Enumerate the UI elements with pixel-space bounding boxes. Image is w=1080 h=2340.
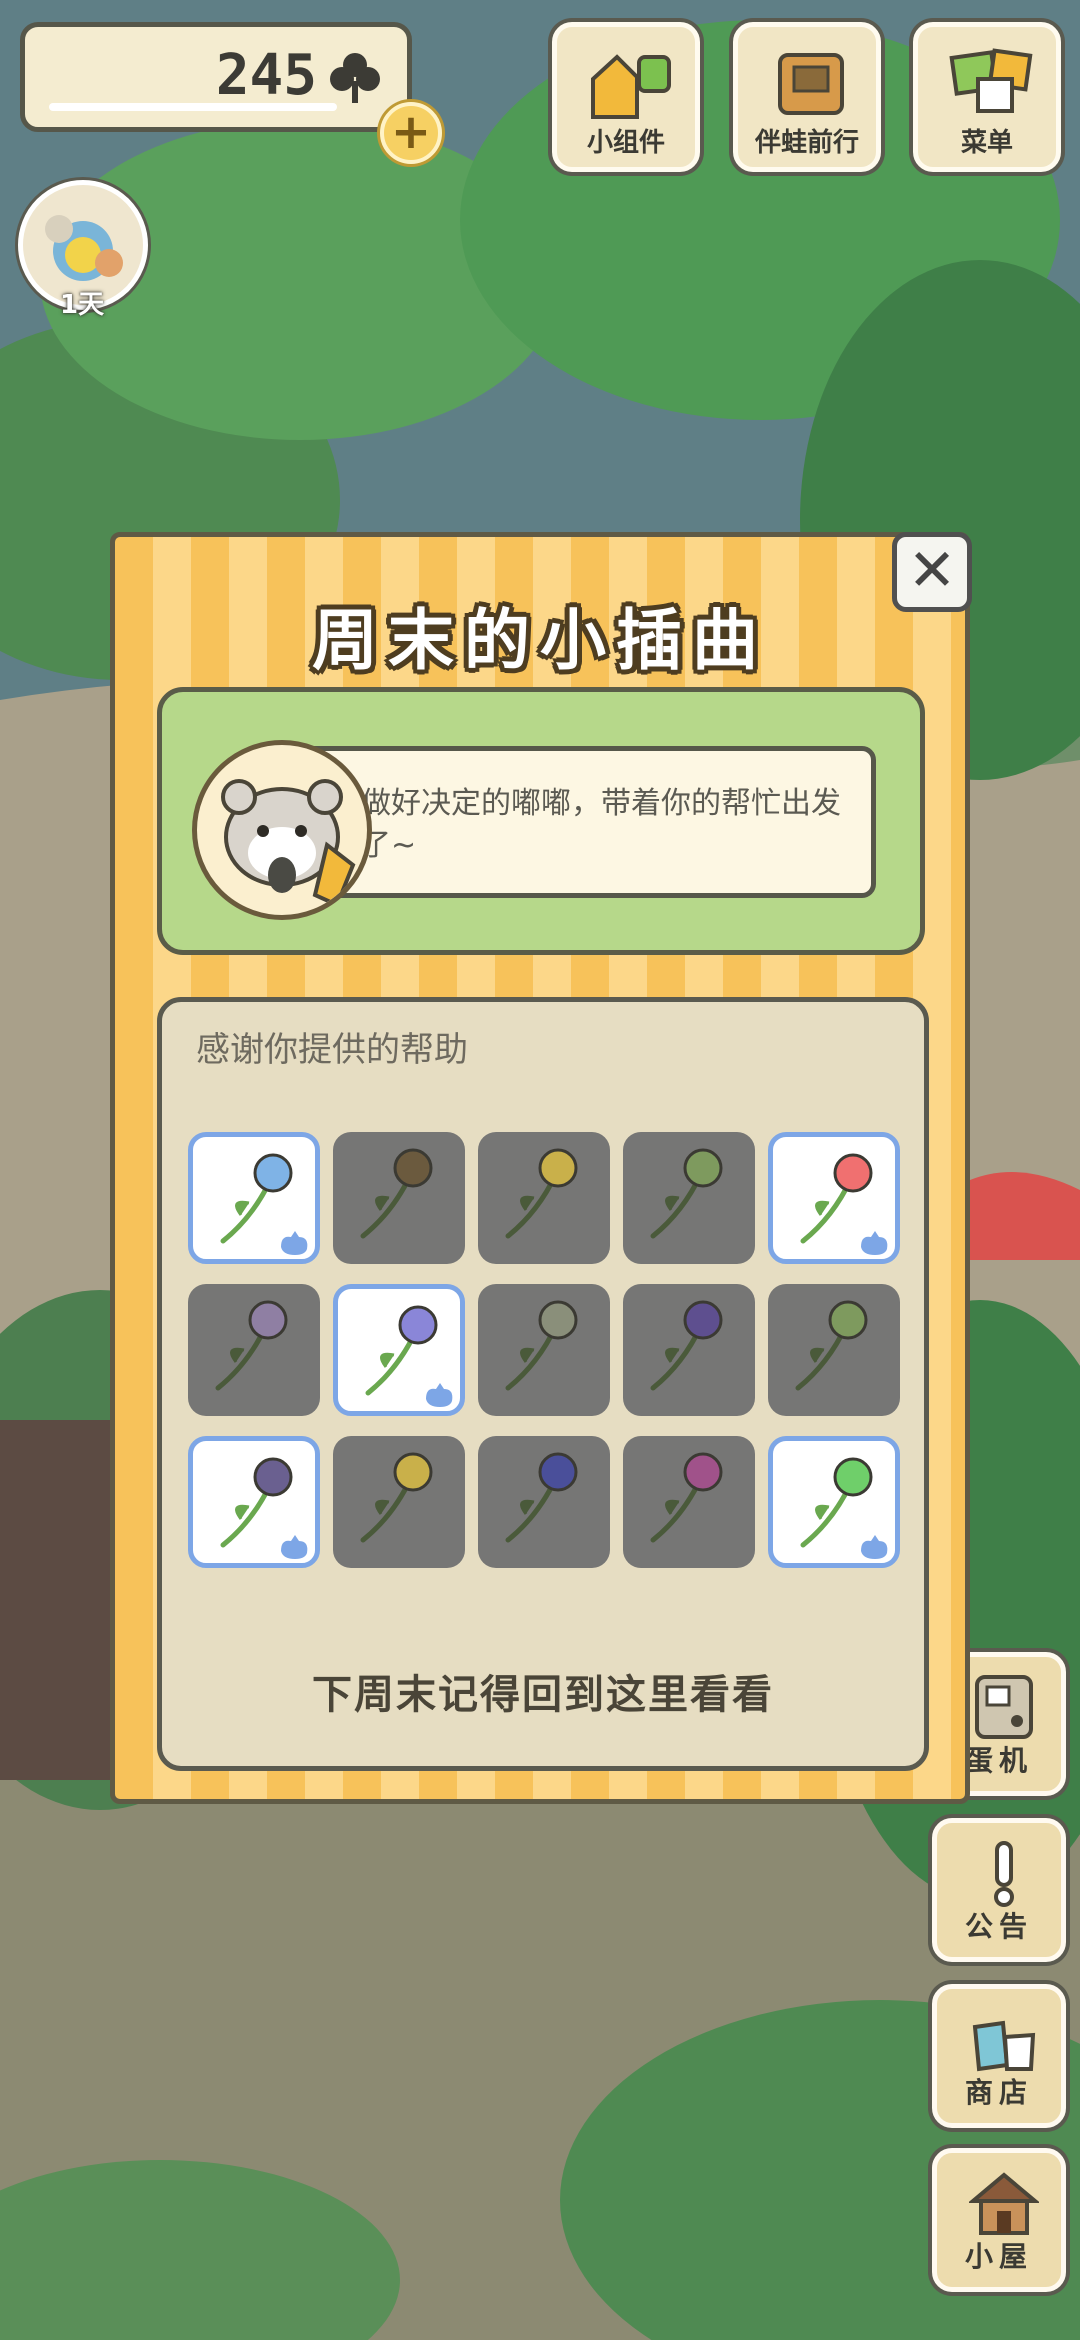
notice-button[interactable]: 公告: [932, 1818, 1066, 1962]
journey-button[interactable]: 伴蛙前行: [733, 22, 881, 172]
tap-hand-icon: [861, 1231, 888, 1255]
house-label: 小屋: [964, 2240, 1033, 2273]
add-clover-button[interactable]: +: [380, 102, 442, 164]
purple-lilac-flower-icon: [215, 1300, 288, 1391]
green-buds-flower-icon: [650, 1148, 723, 1239]
dialog-title: 周末的小插曲: [312, 602, 768, 679]
brown-rose-branch-flower-icon: [360, 1148, 433, 1239]
flower-tile-purple-lilac[interactable]: [188, 1284, 320, 1416]
tap-hand-icon: [426, 1383, 453, 1407]
widget-button[interactable]: 小组件: [552, 22, 700, 172]
flower-tile-green-buds[interactable]: [623, 1132, 755, 1264]
widget-icon: [591, 54, 671, 119]
white-sprig-flower-icon: [505, 1300, 578, 1391]
shop-button[interactable]: 商店: [932, 1984, 1066, 2128]
flower-tile-blue-lily[interactable]: [188, 1132, 320, 1264]
journey-label: 伴蛙前行: [754, 128, 859, 158]
footer-text: 下周末记得回到这里看看: [312, 1672, 774, 1718]
flower-tile-purple-tulip[interactable]: [188, 1436, 320, 1568]
notice-label: 公告: [964, 1910, 1033, 1943]
menu-button[interactable]: 菜单: [913, 22, 1061, 172]
clover-count: 245: [215, 43, 317, 108]
book-icon: [778, 53, 844, 115]
pink-hibiscus-flower-icon: [650, 1452, 723, 1543]
flower-tile-four-leaf-clover[interactable]: [768, 1436, 900, 1568]
thanks-title: 感谢你提供的帮助: [196, 1030, 468, 1070]
shop-bags-icon: [972, 2020, 1036, 2072]
flower-tile-pansy[interactable]: [333, 1284, 465, 1416]
yellow-buttercup-flower-icon: [505, 1148, 578, 1239]
flower-tile-white-sprig[interactable]: [478, 1284, 610, 1416]
flower-tile-green-iris[interactable]: [768, 1284, 900, 1416]
flower-tile-brown-rose-branch[interactable]: [333, 1132, 465, 1264]
speech-bubble: 做好决定的嘟嘟，带着你的帮忙出发了~: [294, 746, 876, 898]
flower-tile-blue-iris[interactable]: [478, 1436, 610, 1568]
hamster-portrait: [192, 740, 372, 920]
tap-hand-icon: [861, 1535, 888, 1559]
menu-icon: [949, 48, 1033, 113]
days-label: 1天: [60, 290, 105, 320]
close-icon: ✕: [907, 536, 957, 604]
flower-tile-red-tulip[interactable]: [768, 1132, 900, 1264]
house-icon: [969, 2172, 1039, 2235]
gacha-machine-icon: [975, 1675, 1033, 1739]
message-panel: 做好决定的嘟嘟，带着你的帮忙出发了~: [157, 687, 925, 955]
thanks-panel: 感谢你提供的帮助 下周末记得回到这里看看: [157, 997, 929, 1771]
shop-label: 商店: [964, 2076, 1033, 2109]
clover-progress-bar: [49, 103, 337, 111]
widget-label: 小组件: [586, 128, 665, 158]
green-iris-flower-icon: [795, 1300, 868, 1391]
tap-hand-icon: [281, 1231, 308, 1255]
close-button[interactable]: ✕: [892, 532, 972, 612]
flower-tile-yellow-buttercup[interactable]: [478, 1132, 610, 1264]
house-button[interactable]: 小屋: [932, 2148, 1066, 2292]
flower-tile-osmanthus[interactable]: [333, 1436, 465, 1568]
dialog-message: 做好决定的嘟嘟，带着你的帮忙出发了~: [361, 786, 841, 863]
purple-bellflower-flower-icon: [650, 1300, 723, 1391]
flower-tile-pink-hibiscus[interactable]: [623, 1436, 755, 1568]
menu-label: 菜单: [960, 128, 1013, 158]
hamster-icon: [221, 779, 356, 908]
weekend-event-dialog: 周末的小插曲 做好决定的嘟嘟，带着你的帮忙出发了~ 感谢你提供的帮助 下周末记得…: [110, 532, 970, 1804]
blue-iris-flower-icon: [505, 1452, 578, 1543]
clover-counter: 245: [20, 22, 412, 132]
clover-icon: [330, 53, 380, 103]
tap-hand-icon: [281, 1535, 308, 1559]
exclamation-icon: [994, 1841, 1014, 1907]
flower-tile-purple-bellflower[interactable]: [623, 1284, 755, 1416]
osmanthus-flower-icon: [360, 1452, 433, 1543]
